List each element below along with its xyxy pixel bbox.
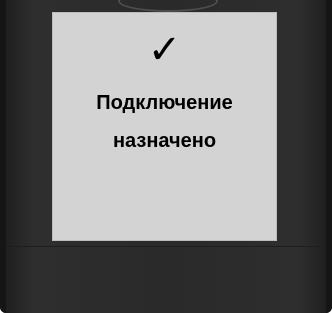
device-divider xyxy=(6,246,326,247)
confirmation-screen: ✓ Подключение назначено xyxy=(52,12,277,241)
status-message-line-2: назначено xyxy=(112,130,217,152)
status-message-line-1: Подключение xyxy=(96,92,233,114)
device-frame: ✓ Подключение назначено xyxy=(0,0,332,313)
device-top-arc xyxy=(118,0,218,12)
checkmark-icon: ✓ xyxy=(147,27,182,73)
status-message: Подключение назначено xyxy=(52,84,277,160)
device-edge-right xyxy=(326,0,332,313)
device-edge-left xyxy=(0,0,6,313)
